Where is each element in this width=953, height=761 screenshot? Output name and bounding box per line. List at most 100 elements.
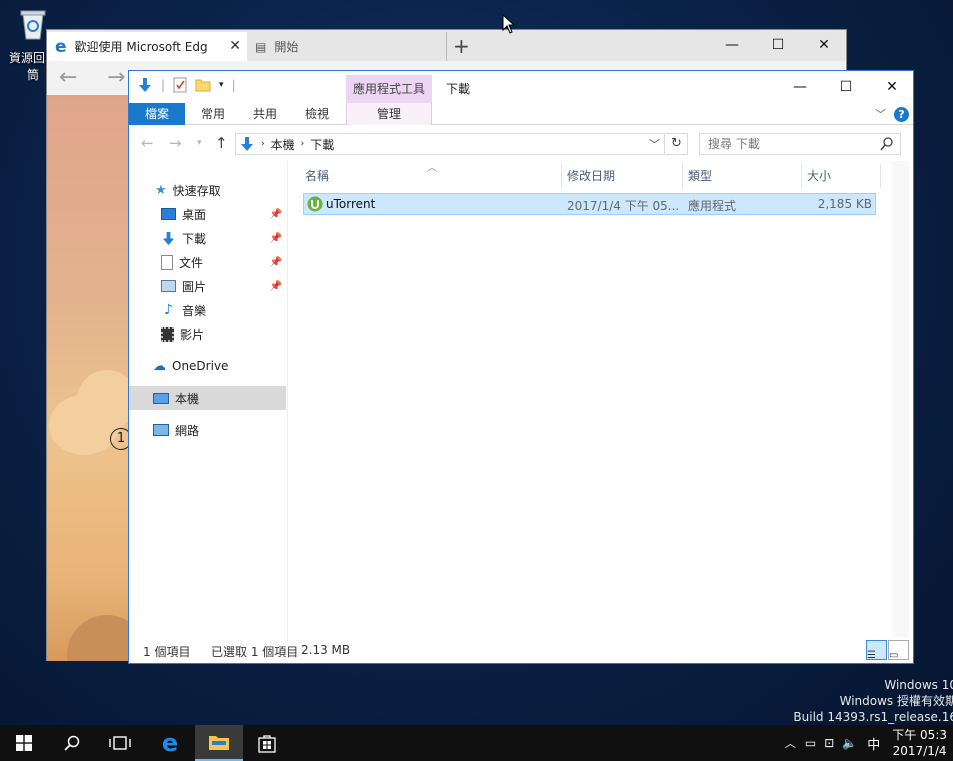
application-tools-context-tab: 應用程式工具 xyxy=(346,75,432,103)
up-button[interactable]: ↑ xyxy=(215,134,228,152)
column-header-name[interactable]: 名稱 xyxy=(301,164,562,188)
vertical-scrollbar[interactable] xyxy=(892,161,909,637)
details-view-icon: ☰ xyxy=(867,650,876,661)
table-row[interactable]: uTorrent 2017/1/4 下午 05... 應用程式 2,185 KB xyxy=(303,193,876,215)
step-number-badge: 1 xyxy=(110,428,129,450)
edge-maximize-button[interactable]: ☐ xyxy=(755,30,801,60)
battery-icon[interactable]: ▭ xyxy=(801,736,820,750)
taskbar: e ︿ ▭ ⊡ 🔈 中 下午 05:3 2017/1/4 xyxy=(0,725,953,761)
edge-logo-icon: e xyxy=(161,729,179,757)
breadcrumb-this-pc[interactable]: 本機 xyxy=(265,136,301,153)
pin-icon[interactable]: 📌 xyxy=(270,281,282,292)
utorrent-app-icon xyxy=(307,196,323,212)
search-icon[interactable] xyxy=(880,135,894,153)
file-type: 應用程式 xyxy=(688,199,737,213)
navigation-pane: ★ 快速存取 桌面 📌 下載 📌 文件 📌 圖片 📌 ♪ 音樂 影片 ☁ One… xyxy=(129,161,286,641)
ribbon-tab-view[interactable]: 檢視 xyxy=(297,103,337,125)
clock[interactable]: 下午 05:3 2017/1/4 xyxy=(886,727,953,759)
film-icon xyxy=(161,326,174,342)
taskbar-store-button[interactable] xyxy=(243,725,291,761)
nav-item-downloads[interactable]: 下載 📌 xyxy=(129,226,286,250)
qat-dropdown-icon[interactable]: ▾ xyxy=(219,80,224,90)
star-icon: ★ xyxy=(155,182,167,198)
help-icon[interactable]: ? xyxy=(894,106,909,122)
nav-item-this-pc[interactable]: 本機 xyxy=(129,386,286,410)
explorer-close-button[interactable]: ✕ xyxy=(869,71,915,103)
tab-page-icon: ▤ xyxy=(255,39,267,54)
show-hidden-icons-icon[interactable]: ︿ xyxy=(780,735,801,751)
download-arrow-icon[interactable] xyxy=(137,77,153,93)
taskbar-file-explorer-button[interactable] xyxy=(195,725,243,761)
details-view-button[interactable]: ☰ xyxy=(866,640,887,661)
system-tray: ︿ ▭ ⊡ 🔈 中 下午 05:3 2017/1/4 xyxy=(780,725,953,761)
edge-tab-start[interactable]: ▤ 開始 xyxy=(247,32,447,61)
network-status-icon[interactable]: ⊡ xyxy=(820,736,838,750)
back-button[interactable]: ← xyxy=(141,134,154,152)
edge-close-button[interactable]: ✕ xyxy=(801,30,847,60)
nav-item-documents[interactable]: 文件 📌 xyxy=(129,250,286,274)
cloud-icon: ☁ xyxy=(153,358,166,374)
nav-item-pictures[interactable]: 圖片 📌 xyxy=(129,274,286,298)
status-bar: 1 個項目 已選取 1 個項目 2.13 MB ☰ ▭ xyxy=(129,637,913,663)
status-selected-size: 2.13 MB xyxy=(301,643,351,657)
status-item-count: 1 個項目 xyxy=(143,645,191,659)
edge-tab-title: 歡迎使用 Microsoft Edg xyxy=(74,40,208,54)
volume-icon[interactable]: 🔈 xyxy=(838,736,861,750)
window-title: 下載 xyxy=(446,82,471,96)
downloads-folder-icon xyxy=(241,137,253,151)
task-view-button[interactable] xyxy=(96,725,144,761)
new-folder-icon[interactable] xyxy=(195,78,211,92)
explorer-maximize-button[interactable]: ☐ xyxy=(823,71,869,103)
clock-date: 2017/1/4 xyxy=(892,744,947,758)
pin-icon[interactable]: 📌 xyxy=(270,233,282,244)
explorer-minimize-button[interactable]: — xyxy=(777,71,823,103)
document-icon xyxy=(161,254,173,270)
file-name: uTorrent xyxy=(326,197,376,211)
nav-item-music[interactable]: ♪ 音樂 xyxy=(129,298,286,322)
refresh-icon[interactable]: ↻ xyxy=(666,133,688,155)
file-explorer-window[interactable]: | ▾ | 應用程式工具 下載 — ☐ ✕ 檔案 常用 共用 檢視 管理 ﹀ ?… xyxy=(128,70,914,664)
ribbon-tab-file[interactable]: 檔案 xyxy=(129,103,185,125)
column-header-date[interactable]: 修改日期 xyxy=(563,164,683,188)
edge-minimize-button[interactable]: — xyxy=(709,30,755,60)
address-dropdown-icon[interactable]: ﹀ xyxy=(649,136,660,152)
column-header-size[interactable]: 大小 xyxy=(803,164,881,188)
forward-button[interactable]: → xyxy=(169,134,182,152)
quick-access-toolbar: | ▾ | xyxy=(137,77,236,93)
column-header-type[interactable]: 類型 xyxy=(684,164,802,188)
properties-icon[interactable] xyxy=(173,77,187,93)
ribbon-tab-share[interactable]: 共用 xyxy=(245,103,285,125)
expand-ribbon-icon[interactable]: ﹀ xyxy=(875,106,886,122)
windows-logo-icon xyxy=(16,735,32,751)
nav-item-onedrive[interactable]: ☁ OneDrive xyxy=(129,354,286,378)
pin-icon[interactable]: 📌 xyxy=(270,209,282,220)
start-button[interactable] xyxy=(0,725,48,761)
folder-icon xyxy=(209,736,229,750)
pin-icon[interactable]: 📌 xyxy=(270,257,282,268)
new-tab-icon[interactable]: + xyxy=(453,34,470,58)
nav-item-videos[interactable]: 影片 xyxy=(129,322,286,346)
address-bar[interactable]: › 本機 › 下載 ﹀ xyxy=(235,133,665,155)
bush-shape xyxy=(67,615,129,661)
search-taskbar-button[interactable] xyxy=(48,725,96,761)
forward-arrow-icon[interactable]: → xyxy=(107,65,125,90)
pane-divider[interactable] xyxy=(287,161,288,641)
edge-tab-welcome[interactable]: e 歡迎使用 Microsoft Edg ✕ xyxy=(47,32,247,61)
music-note-icon: ♪ xyxy=(164,302,173,318)
back-arrow-icon[interactable]: ← xyxy=(59,65,77,90)
mouse-cursor-icon xyxy=(502,14,516,34)
ribbon-tab-manage[interactable]: 管理 xyxy=(346,103,432,125)
nav-item-quick-access[interactable]: ★ 快速存取 xyxy=(129,178,286,202)
large-icons-view-icon: ▭ xyxy=(889,650,899,661)
search-icon xyxy=(64,735,80,751)
close-tab-icon[interactable]: ✕ xyxy=(229,38,241,54)
breadcrumb-downloads[interactable]: 下載 xyxy=(304,136,340,153)
ime-indicator[interactable]: 中 xyxy=(861,734,886,753)
large-icons-view-button[interactable]: ▭ xyxy=(888,640,909,661)
ribbon-tab-home[interactable]: 常用 xyxy=(193,103,233,125)
recent-locations-icon[interactable]: ▾ xyxy=(197,138,202,148)
taskbar-edge-button[interactable]: e xyxy=(146,725,194,761)
nav-item-network[interactable]: 網路 xyxy=(129,418,286,442)
search-box[interactable]: 搜尋 下載 xyxy=(699,133,901,155)
nav-item-desktop[interactable]: 桌面 📌 xyxy=(129,202,286,226)
